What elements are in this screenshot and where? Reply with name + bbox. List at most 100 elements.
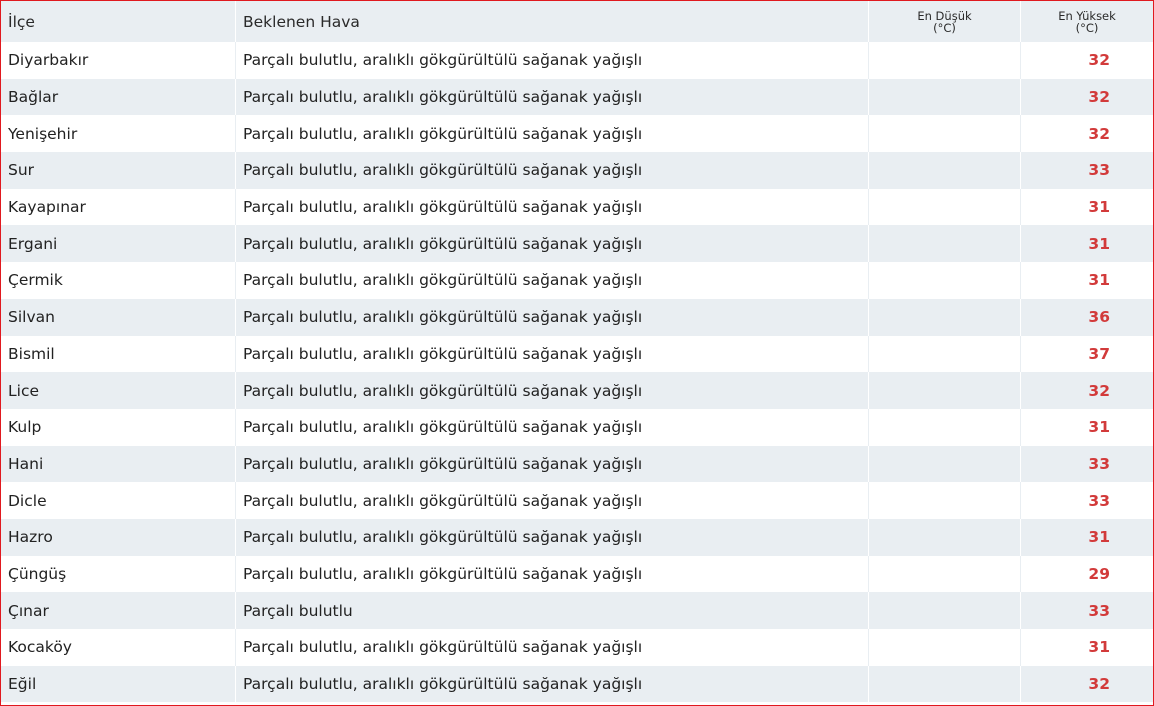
- weather-cell: Parçalı bulutlu, aralıklı gökgürültülü s…: [236, 445, 869, 483]
- max-temp-cell: 31: [1021, 188, 1153, 226]
- table-row: Eğil Parçalı bulutlu, aralıklı gökgürültü…: [1, 665, 1153, 703]
- weather-cell: Parçalı bulutlu, aralıklı gökgürültülü s…: [236, 518, 869, 556]
- max-temp-cell: 32: [1021, 42, 1153, 79]
- weather-cell: Parçalı bulutlu, aralıklı gökgürültülü s…: [236, 298, 869, 336]
- min-temp-cell: [869, 262, 1021, 299]
- table-header: İlçe Beklenen Hava En Düşük (°C) En Yüks…: [1, 1, 1153, 42]
- max-temp-cell: 36: [1021, 298, 1153, 336]
- max-temp-cell: 29: [1021, 555, 1153, 593]
- table-row: Bismil Parçalı bulutlu, aralıklı gökgürül…: [1, 335, 1153, 373]
- district-cell: Diyarbakır: [1, 42, 236, 79]
- header-district: İlçe: [1, 1, 236, 42]
- min-temp-cell: [869, 408, 1021, 446]
- weather-cell: Parçalı bulutlu, aralıklı gökgürültülü s…: [236, 262, 869, 299]
- weather-cell: Parçalı bulutlu, aralıklı gökgürültülü s…: [236, 152, 869, 189]
- max-temp-cell: 33: [1021, 152, 1153, 189]
- table-row: Silvan Parçalı bulutlu, aralıklı gökgürül…: [1, 298, 1153, 336]
- min-temp-cell: [869, 298, 1021, 336]
- weather-cell: Parçalı bulutlu, aralıklı gökgürültülü s…: [236, 665, 869, 703]
- header-max-temp: En Yüksek (°C): [1021, 1, 1153, 42]
- min-temp-cell: [869, 372, 1021, 409]
- district-cell: Hazro: [1, 518, 236, 556]
- district-cell: Çüngüş: [1, 555, 236, 593]
- district-cell: Çermik: [1, 262, 236, 299]
- header-row: İlçe Beklenen Hava En Düşük (°C) En Yüks…: [1, 1, 1153, 42]
- district-cell: Bismil: [1, 335, 236, 373]
- max-temp-cell: 33: [1021, 482, 1153, 519]
- min-temp-cell: [869, 629, 1021, 666]
- weather-cell: Parçalı bulutlu, aralıklı gökgürültülü s…: [236, 372, 869, 409]
- min-temp-cell: [869, 152, 1021, 189]
- header-min-temp-unit: (°C): [933, 20, 956, 35]
- weather-cell: Parçalı bulutlu, aralıklı gökgürültülü s…: [236, 42, 869, 79]
- table-row: Kulp Parçalı bulutlu, aralıklı gökgürültü…: [1, 408, 1153, 446]
- table-row: Çınar Parçalı bulutlu 33: [1, 592, 1153, 629]
- max-temp-cell: 31: [1021, 408, 1153, 446]
- table-body: Diyarbakır Parçalı bulutlu, aralıklı gökg…: [1, 42, 1153, 703]
- district-cell: Silvan: [1, 298, 236, 336]
- table-row: Kayapınar Parçalı bulutlu, aralıklı gökgü…: [1, 188, 1153, 226]
- table-row: Lice Parçalı bulutlu, aralıklı gökgürültü…: [1, 372, 1153, 409]
- header-min-temp-label: En Düşük: [917, 8, 972, 23]
- table-row: Hazro Parçalı bulutlu, aralıklı gökgürült…: [1, 518, 1153, 556]
- district-cell: Eğil: [1, 665, 236, 703]
- max-temp-cell: 32: [1021, 665, 1153, 703]
- weather-cell: Parçalı bulutlu, aralıklı gökgürültülü s…: [236, 188, 869, 226]
- max-temp-cell: 33: [1021, 592, 1153, 629]
- min-temp-cell: [869, 592, 1021, 629]
- weather-cell: Parçalı bulutlu, aralıklı gökgürültülü s…: [236, 555, 869, 593]
- header-weather: Beklenen Hava: [236, 1, 869, 42]
- district-cell: Ergani: [1, 225, 236, 263]
- district-cell: Çınar: [1, 592, 236, 629]
- min-temp-cell: [869, 335, 1021, 373]
- min-temp-cell: [869, 78, 1021, 116]
- weather-cell: Parçalı bulutlu, aralıklı gökgürültülü s…: [236, 335, 869, 373]
- min-temp-cell: [869, 665, 1021, 703]
- max-temp-cell: 33: [1021, 445, 1153, 483]
- min-temp-cell: [869, 42, 1021, 79]
- district-cell: Yenişehir: [1, 115, 236, 153]
- max-temp-cell: 31: [1021, 629, 1153, 666]
- table-row: Yenişehir Parçalı bulutlu, aralıklı gökgü…: [1, 115, 1153, 153]
- table-row: Hani Parçalı bulutlu, aralıklı gökgürültü…: [1, 445, 1153, 483]
- weather-cell: Parçalı bulutlu: [236, 592, 869, 629]
- min-temp-cell: [869, 518, 1021, 556]
- table-row: Çermik Parçalı bulutlu, aralıklı gökgürül…: [1, 262, 1153, 299]
- min-temp-cell: [869, 482, 1021, 519]
- table-row: Dicle Parçalı bulutlu, aralıklı gökgürült…: [1, 482, 1153, 519]
- forecast-table-frame: İlçe Beklenen Hava En Düşük (°C) En Yüks…: [0, 0, 1154, 706]
- min-temp-cell: [869, 188, 1021, 226]
- max-temp-cell: 31: [1021, 225, 1153, 263]
- district-cell: Kocaköy: [1, 629, 236, 666]
- district-cell: Hani: [1, 445, 236, 483]
- max-temp-cell: 32: [1021, 115, 1153, 153]
- table-row: Ergani Parçalı bulutlu, aralıklı gökgürül…: [1, 225, 1153, 263]
- max-temp-cell: 37: [1021, 335, 1153, 373]
- district-cell: Bağlar: [1, 78, 236, 116]
- weather-cell: Parçalı bulutlu, aralıklı gökgürültülü s…: [236, 115, 869, 153]
- weather-cell: Parçalı bulutlu, aralıklı gökgürültülü s…: [236, 482, 869, 519]
- table-row: Sur Parçalı bulutlu, aralıklı gökgürültül…: [1, 152, 1153, 189]
- district-cell: Kayapınar: [1, 188, 236, 226]
- forecast-table: İlçe Beklenen Hava En Düşük (°C) En Yüks…: [1, 1, 1153, 703]
- weather-cell: Parçalı bulutlu, aralıklı gökgürültülü s…: [236, 629, 869, 666]
- district-cell: Lice: [1, 372, 236, 409]
- min-temp-cell: [869, 445, 1021, 483]
- min-temp-cell: [869, 225, 1021, 263]
- max-temp-cell: 31: [1021, 518, 1153, 556]
- header-max-temp-label: En Yüksek: [1058, 8, 1116, 23]
- weather-cell: Parçalı bulutlu, aralıklı gökgürültülü s…: [236, 225, 869, 263]
- min-temp-cell: [869, 115, 1021, 153]
- weather-cell: Parçalı bulutlu, aralıklı gökgürültülü s…: [236, 408, 869, 446]
- district-cell: Kulp: [1, 408, 236, 446]
- table-row: Çüngüş Parçalı bulutlu, aralıklı gökgürül…: [1, 555, 1153, 593]
- min-temp-cell: [869, 555, 1021, 593]
- table-row: Bağlar Parçalı bulutlu, aralıklı gökgürül…: [1, 78, 1153, 116]
- header-max-temp-unit: (°C): [1075, 20, 1099, 35]
- header-min-temp: En Düşük (°C): [869, 1, 1021, 42]
- weather-cell: Parçalı bulutlu, aralıklı gökgürültülü s…: [236, 78, 869, 116]
- max-temp-cell: 32: [1021, 372, 1153, 409]
- max-temp-cell: 32: [1021, 78, 1153, 116]
- table-row: Diyarbakır Parçalı bulutlu, aralıklı gökg…: [1, 42, 1153, 79]
- max-temp-cell: 31: [1021, 262, 1153, 299]
